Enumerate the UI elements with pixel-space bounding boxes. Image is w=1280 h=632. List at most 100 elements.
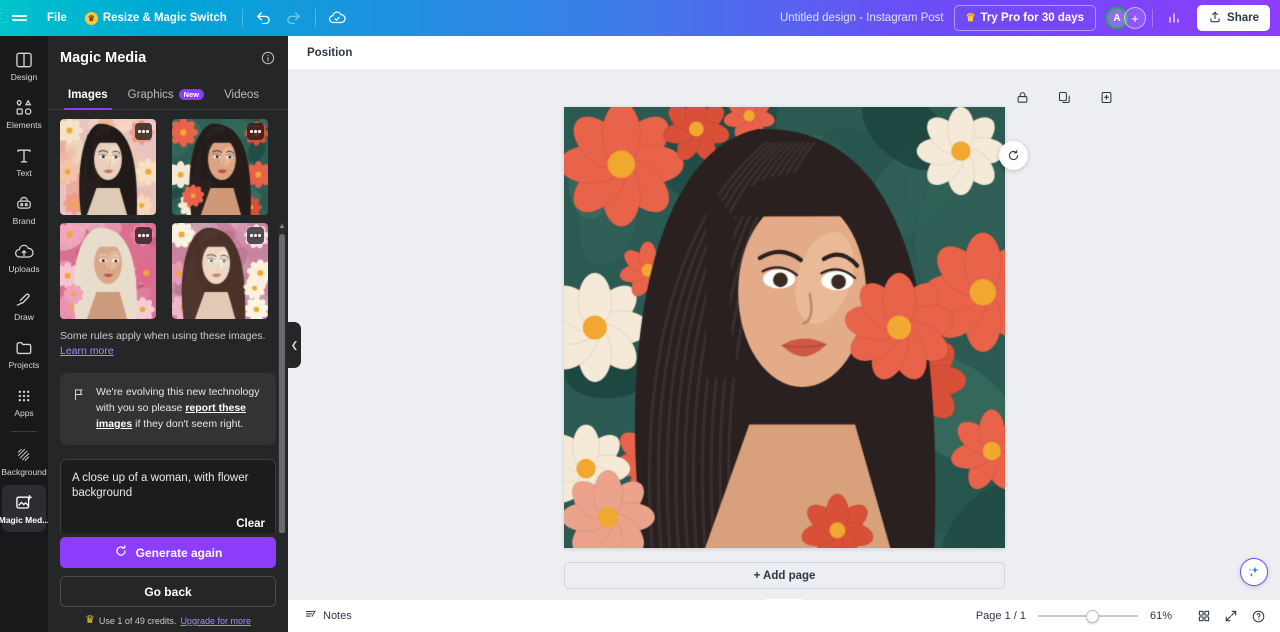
hamburger-icon[interactable] xyxy=(0,0,38,36)
add-page-button[interactable] xyxy=(1095,86,1117,108)
refresh-icon xyxy=(114,544,128,561)
result-thumbnail[interactable] xyxy=(172,223,268,319)
try-pro-button[interactable]: ♛ Try Pro for 30 days xyxy=(954,5,1096,31)
apps-icon xyxy=(14,386,34,406)
collaborators: A + xyxy=(1106,7,1146,29)
sidebar-item-magic-media[interactable]: Magic Med... xyxy=(2,485,46,532)
upgrade-link[interactable]: Upgrade for more xyxy=(180,616,251,626)
uploads-icon xyxy=(14,242,34,262)
sidebar-item-label: Background xyxy=(1,468,46,477)
resize-label: Resize & Magic Switch xyxy=(103,12,227,24)
prompt-input[interactable]: A close up of a woman, with flower backg… xyxy=(60,459,276,533)
resize-magic-switch-button[interactable]: ♛ Resize & Magic Switch xyxy=(76,0,236,36)
projects-icon xyxy=(14,338,34,358)
learn-more-link[interactable]: Learn more xyxy=(60,345,114,357)
notes-button[interactable]: Notes xyxy=(299,604,357,629)
notes-label: Notes xyxy=(323,610,352,622)
undo-icon[interactable] xyxy=(249,3,279,33)
credits-note: ♛ Use 1 of 49 credits. Upgrade for more xyxy=(60,615,276,626)
more-options-icon[interactable] xyxy=(247,123,264,140)
tab-graphics[interactable]: Graphics New xyxy=(120,80,212,109)
result-thumbnail[interactable] xyxy=(172,119,268,215)
more-options-icon[interactable] xyxy=(135,123,152,140)
sidebar-item-design[interactable]: Design xyxy=(2,42,46,89)
report-images-card: We're evolving this new technology with … xyxy=(60,373,276,444)
redo-icon[interactable] xyxy=(279,3,309,33)
sidebar-item-text[interactable]: Text xyxy=(2,138,46,185)
sidebar-item-projects[interactable]: Projects xyxy=(2,330,46,377)
position-button[interactable]: Position xyxy=(300,42,359,64)
caret-up-icon[interactable]: ▲ xyxy=(278,222,286,232)
divider xyxy=(315,9,316,27)
more-options-icon[interactable] xyxy=(247,227,264,244)
tab-label: Images xyxy=(68,89,108,101)
top-toolbar: File ♛ Resize & Magic Switch Untitled de… xyxy=(0,0,1280,36)
left-sidebar-rail: Design Elements Text Brand Uploads Draw … xyxy=(0,36,48,632)
sidebar-item-label: Draw xyxy=(14,313,34,322)
result-thumbnail[interactable] xyxy=(60,119,156,215)
cloud-saved-icon[interactable] xyxy=(322,3,352,33)
share-button[interactable]: Share xyxy=(1197,5,1270,31)
panel-footer: Generate again Go back ♛ Use 1 of 49 cre… xyxy=(48,533,288,632)
editor-main-area: Position + Add page ︿ xyxy=(288,36,1280,632)
sidebar-item-label: Uploads xyxy=(8,265,39,274)
divider xyxy=(11,431,37,432)
sidebar-item-label: Design xyxy=(11,73,37,82)
zoom-knob[interactable] xyxy=(1086,610,1099,623)
sparkle-icon[interactable] xyxy=(1240,558,1268,586)
document-title[interactable]: Untitled design - Instagram Post xyxy=(770,12,954,24)
magic-media-panel: Magic Media Images Graphics New Videos S… xyxy=(48,36,288,632)
panel-header: Magic Media xyxy=(48,36,288,80)
tab-images[interactable]: Images xyxy=(60,80,116,109)
sidebar-item-label: Text xyxy=(16,169,32,178)
crown-icon: ♛ xyxy=(966,13,976,24)
fullscreen-icon[interactable] xyxy=(1220,605,1242,627)
results-grid xyxy=(60,119,276,319)
sidebar-item-background[interactable]: Background xyxy=(2,437,46,484)
design-icon xyxy=(14,50,34,70)
tab-label: Videos xyxy=(224,89,259,101)
add-member-button[interactable]: + xyxy=(1124,7,1146,29)
panel-scrollbar[interactable]: ▲ ▼ xyxy=(278,222,286,533)
file-menu-button[interactable]: File xyxy=(38,0,76,36)
elements-icon xyxy=(14,98,34,118)
add-page-bar[interactable]: + Add page xyxy=(564,562,1005,589)
design-canvas[interactable] xyxy=(564,107,1005,548)
sidebar-item-label: Elements xyxy=(6,121,41,130)
bar-chart-icon[interactable] xyxy=(1159,3,1189,33)
more-options-icon[interactable] xyxy=(135,227,152,244)
canva-editor-window: File ♛ Resize & Magic Switch Untitled de… xyxy=(0,0,1280,632)
sidebar-item-uploads[interactable]: Uploads xyxy=(2,234,46,281)
report-text-after: if they don't seem right. xyxy=(132,418,243,430)
grid-view-icon[interactable] xyxy=(1193,605,1215,627)
divider xyxy=(242,9,243,27)
help-icon[interactable] xyxy=(1247,605,1269,627)
scrollbar-thumb[interactable] xyxy=(279,234,285,533)
page-indicator: Page 1 / 1 xyxy=(976,610,1026,622)
zoom-slider[interactable] xyxy=(1038,609,1138,623)
clear-button[interactable]: Clear xyxy=(236,518,265,530)
sidebar-item-label: Apps xyxy=(14,409,33,418)
sidebar-item-label: Projects xyxy=(9,361,40,370)
sidebar-item-draw[interactable]: Draw xyxy=(2,282,46,329)
generate-again-button[interactable]: Generate again xyxy=(60,537,276,568)
tab-videos[interactable]: Videos xyxy=(216,80,267,109)
canvas-artwork xyxy=(564,107,1005,548)
sidebar-item-brand[interactable]: Brand xyxy=(2,186,46,233)
try-pro-label: Try Pro for 30 days xyxy=(980,12,1084,24)
duplicate-button[interactable] xyxy=(1053,86,1075,108)
crown-icon: ♛ xyxy=(85,12,98,25)
info-icon[interactable] xyxy=(260,50,276,66)
sidebar-item-elements[interactable]: Elements xyxy=(2,90,46,137)
sidebar-item-apps[interactable]: Apps xyxy=(2,378,46,425)
chevron-left-icon[interactable]: ❮ xyxy=(288,322,301,368)
share-label: Share xyxy=(1227,12,1259,24)
lock-button[interactable] xyxy=(1011,86,1033,108)
upload-icon xyxy=(1208,10,1222,27)
go-back-button[interactable]: Go back xyxy=(60,576,276,607)
rotate-icon[interactable] xyxy=(999,141,1028,170)
result-thumbnail[interactable] xyxy=(60,223,156,319)
bottom-toolbar: Notes Page 1 / 1 61% xyxy=(288,600,1280,632)
divider xyxy=(1152,9,1153,27)
zoom-level: 61% xyxy=(1150,610,1178,622)
